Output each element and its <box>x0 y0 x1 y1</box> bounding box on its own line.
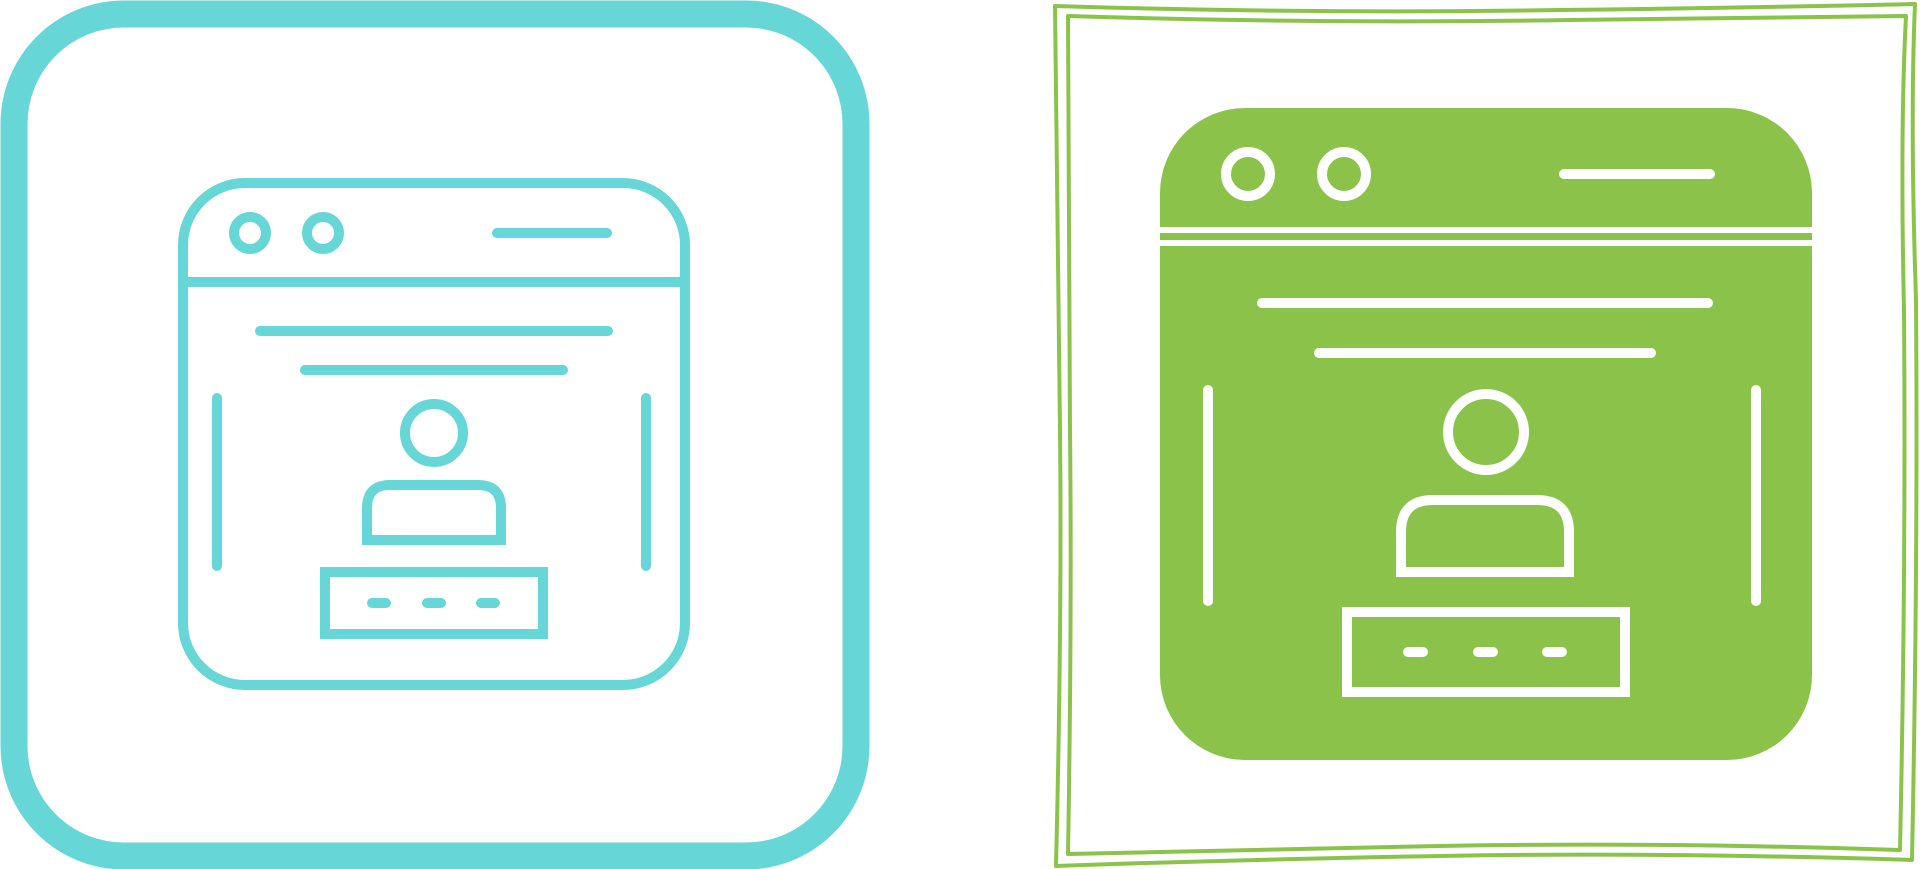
browser-window-outline <box>178 178 690 690</box>
login-page-glyph-icon <box>1053 2 1919 868</box>
window-button-icon <box>229 212 271 254</box>
login-page-outline-icon <box>0 0 870 869</box>
browser-window-icon <box>178 178 690 690</box>
icon-pair-canvas <box>0 0 1920 869</box>
user-body-icon <box>362 480 506 545</box>
outline-icon-tile <box>0 0 960 869</box>
user-head-icon <box>400 399 468 467</box>
window-button-icon <box>302 212 344 254</box>
outline-frame <box>0 0 870 869</box>
browser-window-fill <box>1160 108 1812 760</box>
filled-icon-tile <box>960 0 1920 869</box>
